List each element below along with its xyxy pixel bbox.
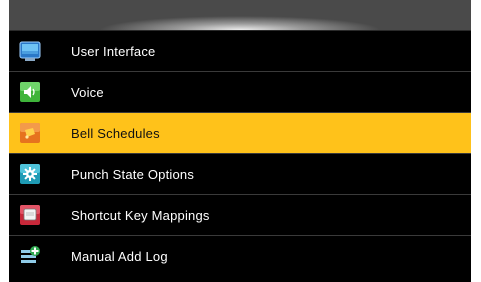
menu-item-label: Bell Schedules xyxy=(71,126,160,141)
menu-item-label: User Interface xyxy=(71,44,156,59)
menu-item-label: Voice xyxy=(71,85,104,100)
monitor-icon xyxy=(19,40,41,62)
gear-icon xyxy=(19,163,41,185)
device-screen: User Interface Voice Bell Schedules Punc… xyxy=(9,0,471,282)
menu-item-voice[interactable]: Voice xyxy=(9,72,471,113)
speaker-icon xyxy=(19,81,41,103)
menu-item-user-interface[interactable]: User Interface xyxy=(9,31,471,72)
keyboard-key-icon xyxy=(19,204,41,226)
add-log-icon xyxy=(19,245,41,267)
title-bar xyxy=(9,0,471,31)
menu-item-label: Manual Add Log xyxy=(71,249,168,264)
menu-item-manual-add-log[interactable]: Manual Add Log xyxy=(9,236,471,278)
menu-item-label: Shortcut Key Mappings xyxy=(71,208,210,223)
menu-item-bell-schedules[interactable]: Bell Schedules xyxy=(9,113,471,154)
menu-item-shortcut-key-mappings[interactable]: Shortcut Key Mappings xyxy=(9,195,471,236)
settings-menu: User Interface Voice Bell Schedules Punc… xyxy=(9,31,471,282)
bell-icon xyxy=(19,122,41,144)
menu-item-punch-state-options[interactable]: Punch State Options xyxy=(9,154,471,195)
menu-item-label: Punch State Options xyxy=(71,167,195,182)
